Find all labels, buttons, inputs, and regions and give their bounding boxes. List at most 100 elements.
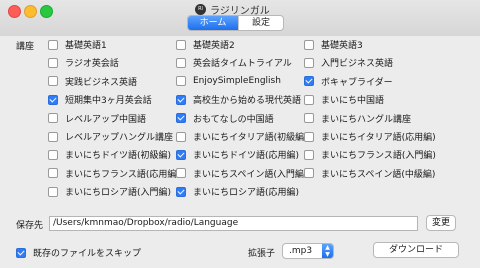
course-label: まいにちロシア語(入門編) [65, 188, 172, 199]
course-checkbox[interactable] [48, 39, 58, 50]
course-item[interactable]: まいにちロシア語(入門編) [48, 184, 171, 199]
course-label: まいにちスペイン語(中級編) [321, 169, 436, 180]
course-item[interactable]: 実践ビジネス英語 [48, 74, 137, 89]
course-label: 高校生から始める現代英語 [193, 96, 302, 107]
course-checkbox[interactable] [304, 57, 314, 68]
extension-value: .mp3 [289, 246, 313, 256]
course-label: おもてなしの中国語 [193, 114, 274, 125]
course-item[interactable]: 基礎英語3 [304, 37, 363, 52]
course-label: まいにち中国語 [321, 96, 385, 107]
tab-settings[interactable]: 設定 [238, 16, 283, 30]
course-checkbox[interactable] [48, 57, 58, 68]
course-label: 基礎英語1 [65, 41, 107, 51]
course-label: まいにちドイツ語(応用編) [193, 151, 300, 162]
course-checkbox[interactable] [304, 149, 314, 160]
course-label: ラジオ英会話 [65, 59, 119, 70]
course-item[interactable]: まいにちスペイン語(入門編) [176, 166, 307, 181]
course-item[interactable]: まいにちドイツ語(応用編) [176, 147, 299, 162]
title-bar: Rl ラジリンガル ホーム 設定 [0, 0, 480, 36]
app-icon: Rl [195, 3, 206, 15]
tab-home[interactable]: ホーム [188, 16, 238, 30]
course-checkbox-grid: 基礎英語1 基礎英語2 基礎英語3 ラジオ英会話 英会話タイムトライアル 入門ビジネス英語… [48, 37, 468, 217]
close-window-button[interactable] [8, 5, 21, 18]
course-checkbox[interactable] [304, 113, 314, 124]
course-label: 実践ビジネス英語 [65, 77, 138, 88]
course-label: まいにちイタリア語(初級編) [193, 133, 308, 143]
course-label: ボキャブライダー [321, 77, 393, 88]
download-button[interactable]: ダウンロード [373, 242, 459, 258]
app-window: Rl ラジリンガル ホーム 設定 講座 基礎英語1 基礎英語2 基礎英語3 ラジオ英会… [0, 0, 480, 268]
course-label: まいにちハングル講座 [321, 114, 412, 125]
course-checkbox[interactable] [176, 131, 186, 142]
course-item[interactable]: EnjoySimpleEnglish [176, 74, 281, 89]
course-checkbox[interactable] [48, 113, 58, 124]
course-item[interactable]: まいにちイタリア語(初級編) [176, 129, 308, 144]
course-label: 基礎英語3 [321, 41, 363, 51]
course-checkbox[interactable] [48, 131, 58, 142]
course-item[interactable]: ボキャブライダー [304, 74, 393, 89]
course-checkbox[interactable] [48, 186, 58, 197]
course-item[interactable]: レベルアップ中国語 [48, 111, 146, 126]
course-item[interactable]: まいにちスペイン語(中級編) [304, 166, 435, 181]
course-item[interactable]: まいにちフランス語(応用編) [48, 166, 180, 181]
course-item[interactable]: 基礎英語1 [48, 37, 107, 52]
course-checkbox[interactable] [176, 149, 186, 160]
save-path-field[interactable]: /Users/kmnmao/Dropbox/radio/Language [49, 216, 418, 231]
minimize-window-button[interactable] [24, 5, 37, 18]
extension-select[interactable]: .mp3 ▲ ▼ [282, 243, 334, 259]
course-checkbox[interactable] [176, 76, 186, 87]
course-item[interactable]: まいにちフランス語(入門編) [304, 147, 436, 162]
course-checkbox[interactable] [304, 94, 314, 105]
course-checkbox[interactable] [304, 76, 314, 87]
zoom-window-button[interactable] [40, 5, 53, 18]
course-checkbox[interactable] [304, 39, 314, 50]
chevron-updown-icon: ▲ ▼ [322, 244, 333, 258]
window-title-group: Rl ラジリンガル [195, 2, 270, 17]
course-item[interactable]: まいにちイタリア語(応用編) [304, 129, 436, 144]
course-label: まいにちイタリア語(応用編) [321, 133, 436, 143]
course-item[interactable]: 高校生から始める現代英語 [176, 92, 301, 107]
course-item[interactable]: 基礎英語2 [176, 37, 235, 52]
change-path-button[interactable]: 変更 [426, 215, 456, 231]
courses-label: 講座 [16, 42, 35, 52]
course-checkbox[interactable] [176, 57, 186, 68]
course-label: 入門ビジネス英語 [321, 59, 394, 70]
course-label: まいにちフランス語(入門編) [321, 151, 436, 162]
course-checkbox[interactable] [48, 76, 58, 87]
tab-bar: ホーム 設定 [187, 15, 284, 31]
save-path-label: 保存先 [16, 221, 44, 231]
course-checkbox[interactable] [304, 168, 314, 179]
course-label: まいにちロシア語(応用編) [193, 188, 300, 199]
course-item[interactable]: 入門ビジネス英語 [304, 55, 393, 70]
course-label: 基礎英語2 [193, 41, 235, 51]
course-item[interactable]: まいにちドイツ語(初級編) [48, 147, 171, 162]
extension-label: 拡張子 [248, 249, 276, 259]
course-checkbox[interactable] [176, 94, 186, 105]
course-label: レベルアップハングル講座 [65, 133, 174, 143]
course-item[interactable]: 短期集中3ヶ月英会話 [48, 92, 152, 107]
course-checkbox[interactable] [176, 168, 186, 179]
course-label: まいにちドイツ語(初級編) [65, 151, 172, 162]
course-label: レベルアップ中国語 [65, 114, 147, 125]
course-label: まいにちスペイン語(入門編) [193, 169, 308, 180]
course-item[interactable]: おもてなしの中国語 [176, 111, 274, 126]
course-label: 英会話タイムトライアル [193, 59, 292, 70]
course-checkbox[interactable] [48, 149, 58, 160]
course-item[interactable]: 英会話タイムトライアル [176, 55, 292, 70]
course-checkbox[interactable] [48, 168, 58, 179]
course-label: 短期集中3ヶ月英会話 [65, 96, 152, 107]
course-label: まいにちフランス語(応用編) [65, 169, 180, 180]
skip-existing-checkbox[interactable] [16, 247, 26, 258]
course-item[interactable]: レベルアップハングル講座 [48, 129, 173, 144]
course-checkbox[interactable] [48, 94, 58, 105]
course-checkbox[interactable] [304, 131, 314, 142]
course-item[interactable]: まいにちハングル講座 [304, 111, 411, 126]
course-item[interactable]: ラジオ英会話 [48, 55, 119, 70]
course-checkbox[interactable] [176, 113, 186, 124]
skip-existing-option[interactable]: 既存のファイルをスキップ [16, 246, 141, 259]
course-item[interactable]: まいにち中国語 [304, 92, 384, 107]
course-label: EnjoySimpleEnglish [193, 76, 281, 87]
course-item[interactable]: まいにちロシア語(応用編) [176, 184, 299, 199]
course-checkbox[interactable] [176, 39, 186, 50]
course-checkbox[interactable] [176, 186, 186, 197]
